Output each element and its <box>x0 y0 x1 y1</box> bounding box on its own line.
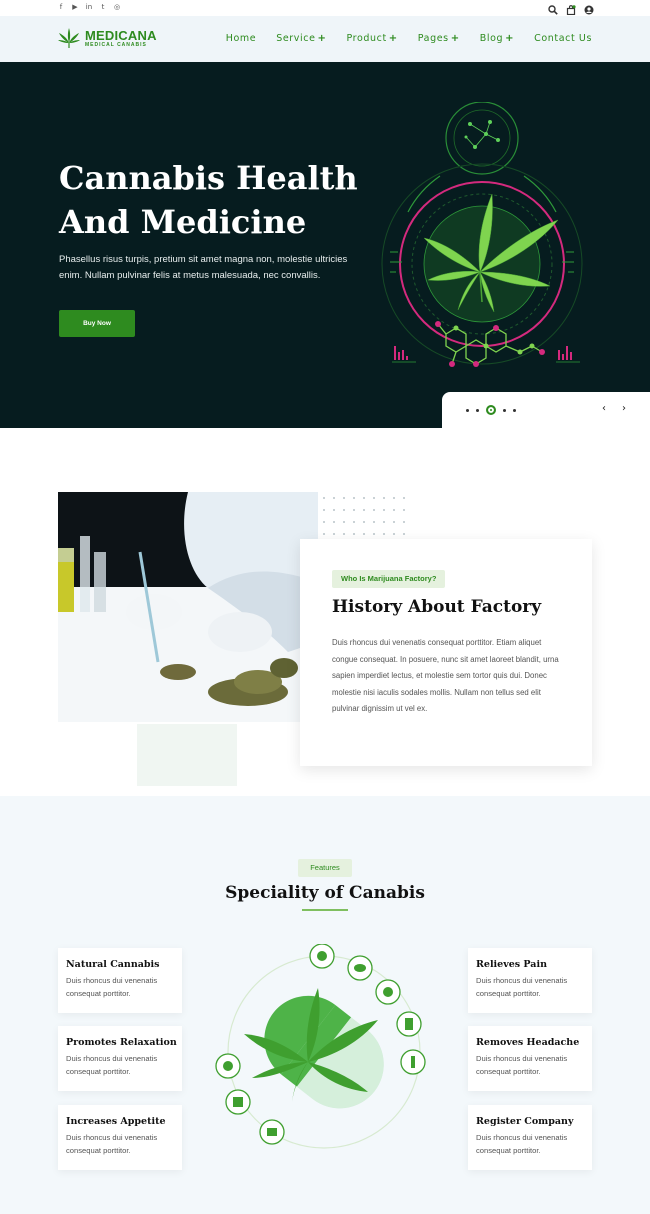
features-section: Features Speciality of Canabis Natural C… <box>0 796 650 1214</box>
feature-card: Removes Headache Duis rhoncus dui venena… <box>468 1026 592 1091</box>
facebook-icon[interactable]: f <box>57 3 65 11</box>
feature-text: Duis rhoncus dui venenatis consequat por… <box>66 1133 158 1155</box>
social-links: f ▶ in t ◎ <box>57 3 121 11</box>
dot-pattern <box>323 497 405 535</box>
plus-icon: + <box>317 33 327 44</box>
plus-icon: + <box>450 33 460 44</box>
nav-label: Blog <box>479 33 504 44</box>
feature-title: Removes Headache <box>476 1037 580 1048</box>
slider-dots <box>466 405 516 415</box>
hero-title-line: And Medicine <box>59 203 307 241</box>
site-logo[interactable]: MEDICANA MEDICAL CANABIS <box>57 26 157 50</box>
feature-title: Natural Cannabis <box>66 959 160 970</box>
feature-card: Promotes Relaxation Duis rhoncus dui ven… <box>58 1026 182 1091</box>
feature-title: Promotes Relaxation <box>66 1037 177 1048</box>
user-icon[interactable] <box>584 2 594 15</box>
logo-tagline: MEDICAL CANABIS <box>85 41 147 48</box>
hero-title: Cannabis Health And Medicine <box>59 156 379 244</box>
next-arrow-icon[interactable]: › <box>622 403 626 414</box>
title-underline <box>302 909 348 911</box>
site-header: MEDICANA MEDICAL CANABIS Home Service + P… <box>0 16 650 62</box>
feature-title: Increases Appetite <box>66 1116 166 1127</box>
feature-card: Increases Appetite Duis rhoncus dui vene… <box>58 1105 182 1170</box>
feature-text: Duis rhoncus dui venenatis consequat por… <box>476 1054 568 1076</box>
feature-title: Register Company <box>476 1116 574 1127</box>
logo-name: MEDICANA <box>85 27 157 43</box>
about-section: Who Is Marijuana Factory? History About … <box>0 428 650 796</box>
about-text: Duis rhoncus dui venenatis consequat por… <box>332 638 559 713</box>
feature-card: Relieves Pain Duis rhoncus dui venenatis… <box>468 948 592 1013</box>
nav-product[interactable]: Product + <box>347 33 398 44</box>
nav-label: Contact Us <box>534 33 592 44</box>
cart-icon[interactable] <box>566 2 576 16</box>
nav-label: Pages <box>417 33 449 44</box>
plus-icon: + <box>388 33 398 44</box>
slider-dot[interactable] <box>466 408 469 412</box>
about-heading: History About Factory <box>332 597 542 617</box>
feature-text: Duis rhoncus dui venenatis consequat por… <box>476 1133 568 1155</box>
search-icon[interactable] <box>548 2 558 15</box>
slider-dot[interactable] <box>476 408 479 412</box>
hero-title-line: Cannabis Health <box>59 159 358 197</box>
lab-photo <box>58 492 318 722</box>
nav-label: Service <box>276 33 316 44</box>
features-tag: Features <box>298 859 352 877</box>
top-icons <box>548 2 594 16</box>
decorative-block <box>137 724 237 786</box>
nav-label: Home <box>225 33 257 44</box>
top-bar: f ▶ in t ◎ <box>0 0 650 16</box>
hero-banner: Cannabis Health And Medicine Phasellus r… <box>0 62 650 428</box>
nav-label: Product <box>346 33 387 44</box>
feature-card: Register Company Duis rhoncus dui venena… <box>468 1105 592 1170</box>
feature-text: Duis rhoncus dui venenatis consequat por… <box>476 976 568 998</box>
instagram-icon[interactable]: ◎ <box>113 3 121 11</box>
feature-text: Duis rhoncus dui venenatis consequat por… <box>66 1054 158 1076</box>
linkedin-icon[interactable]: in <box>85 3 93 11</box>
cannabis-leaf-icon <box>58 28 80 48</box>
nav-home[interactable]: Home <box>226 33 256 44</box>
slider-dot[interactable] <box>503 408 506 412</box>
features-title: Speciality of Canabis <box>225 883 425 903</box>
about-tag: Who Is Marijuana Factory? <box>332 570 446 588</box>
about-card: Who Is Marijuana Factory? History About … <box>300 539 592 766</box>
slider-dot-active[interactable] <box>486 405 496 415</box>
feature-text: Duis rhoncus dui venenatis consequat por… <box>66 976 158 998</box>
nav-service[interactable]: Service + <box>276 33 326 44</box>
slider-controls: ‹ › <box>442 392 650 428</box>
feature-title: Relieves Pain <box>476 959 547 970</box>
capsule-leaf-illustration <box>215 944 426 1149</box>
nav-blog[interactable]: Blog + <box>480 33 514 44</box>
slider-arrows: ‹ › <box>602 403 626 414</box>
cannabis-hud-illustration <box>381 102 583 367</box>
youtube-icon[interactable]: ▶ <box>71 3 79 11</box>
plus-icon: + <box>505 33 515 44</box>
prev-arrow-icon[interactable]: ‹ <box>602 403 606 414</box>
twitter-icon[interactable]: t <box>99 3 107 11</box>
nav-pages[interactable]: Pages + <box>418 33 460 44</box>
nav-contact[interactable]: Contact Us <box>534 33 592 44</box>
buy-now-button[interactable]: Buy Now <box>59 310 135 337</box>
main-nav: Home Service + Product + Pages + Blog + Cont… <box>226 33 592 44</box>
feature-card: Natural Cannabis Duis rhoncus dui venena… <box>58 948 182 1013</box>
slider-dot[interactable] <box>513 408 516 412</box>
hero-description: Phasellus risus turpis, pretium sit amet… <box>59 254 348 281</box>
